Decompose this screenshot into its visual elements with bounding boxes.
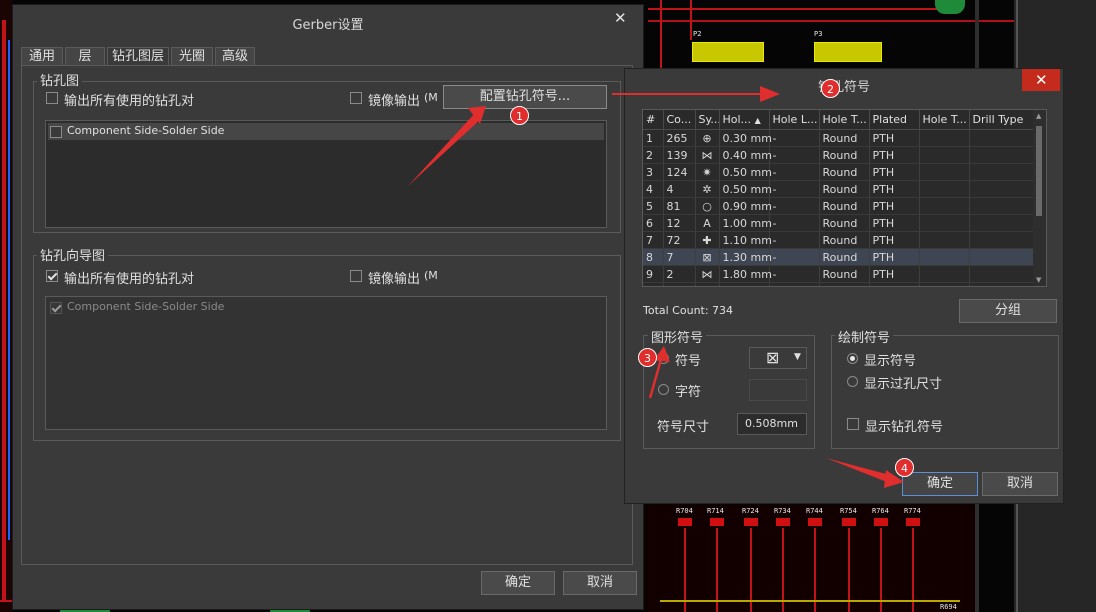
annotation-arrows	[408, 86, 904, 488]
annotation-badge-2: 2	[821, 79, 840, 98]
arrow-1	[408, 112, 482, 186]
annotation-badge-3: 3	[638, 348, 657, 367]
annotation-badge-1: 1	[510, 106, 529, 125]
annotation-badge-4: 4	[895, 458, 914, 477]
arrow-4	[826, 458, 894, 484]
arrowhead-2	[760, 86, 780, 102]
